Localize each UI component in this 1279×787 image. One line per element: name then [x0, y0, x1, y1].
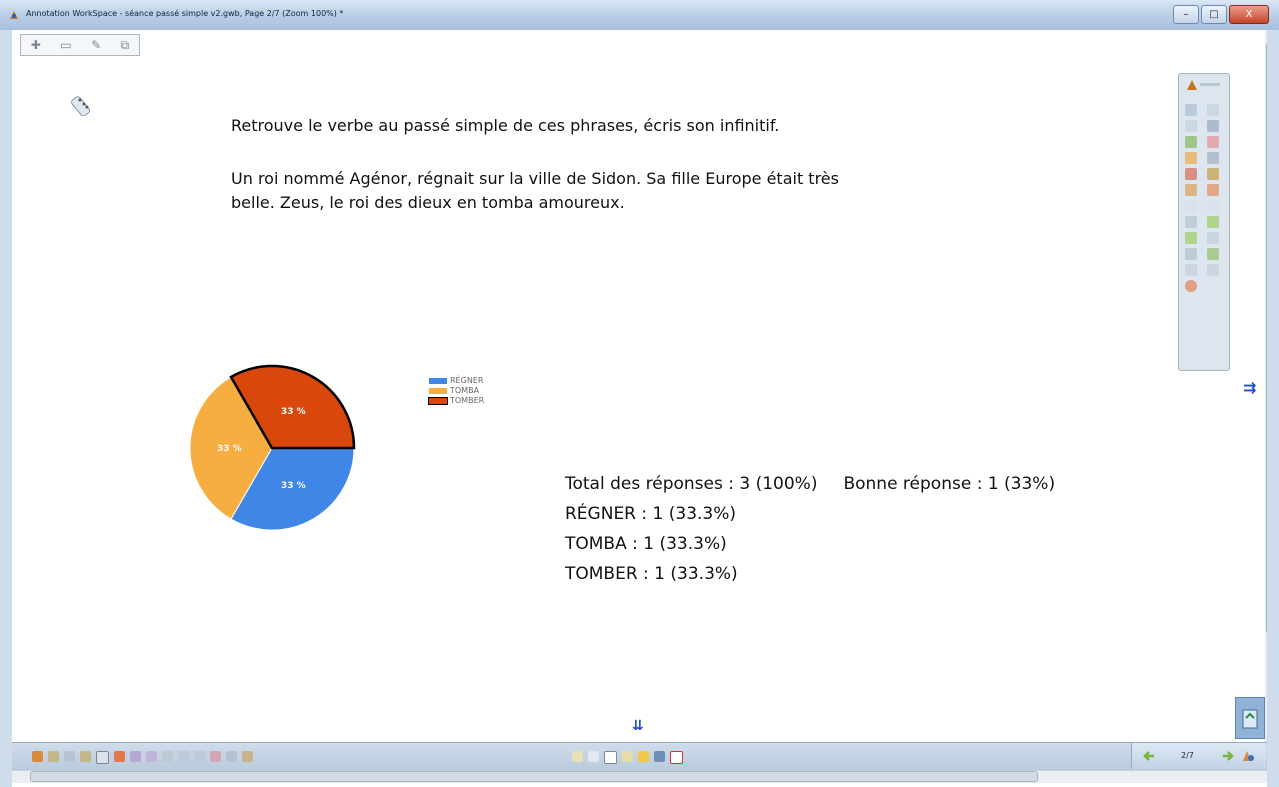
shape-tool-icon[interactable] — [1185, 152, 1197, 164]
redo-icon[interactable] — [130, 751, 141, 762]
line-tool-icon[interactable] — [1207, 152, 1219, 164]
add-page-icon[interactable]: ✚ — [31, 38, 41, 52]
link-tool-icon[interactable] — [1185, 264, 1197, 276]
film-icon[interactable] — [654, 751, 665, 762]
zoom-out-icon[interactable] — [194, 751, 205, 762]
horizontal-scroll-thumb[interactable] — [30, 771, 1038, 782]
app-logo-icon — [10, 11, 18, 19]
print-tool-icon[interactable] — [1185, 248, 1197, 260]
close-button[interactable]: X — [1229, 5, 1269, 24]
recycle-bin-button[interactable] — [1235, 697, 1265, 739]
legend-swatch — [429, 388, 447, 394]
stats-summary: Total des réponses : 3 (100%) Bonne répon… — [565, 469, 1055, 499]
legend-item: TOMBER — [428, 396, 485, 406]
open-file-icon[interactable] — [32, 751, 43, 762]
stats-tomber: TOMBER : 1 (33.3%) — [565, 564, 738, 584]
save-file-icon[interactable] — [48, 751, 59, 762]
page-prev-icon[interactable] — [572, 751, 583, 762]
legend-label: TOMBA — [450, 386, 480, 395]
remote-control-icon[interactable] — [68, 90, 98, 116]
edit-page-icon[interactable]: ✎ — [91, 38, 101, 52]
marker-tool-icon[interactable] — [1185, 136, 1197, 148]
sentence-line-1: Un roi nommé Agénor, régnait sur la vill… — [231, 169, 839, 188]
total-responses: Total des réponses : 3 (100%) — [565, 474, 818, 494]
clock-icon[interactable] — [622, 751, 633, 762]
pie-label: 33 % — [281, 481, 306, 491]
side-panel-toggle-icon[interactable]: ⇉ — [1243, 378, 1261, 400]
record-icon[interactable] — [670, 751, 683, 764]
legend-swatch — [429, 378, 447, 384]
arrow-right-icon[interactable] — [1221, 750, 1235, 762]
palette-logo-icon — [1187, 80, 1220, 90]
remove-page-icon[interactable]: ▭ — [60, 38, 71, 52]
window-controls: – □ X — [1173, 5, 1269, 24]
minimize-button[interactable]: – — [1173, 5, 1199, 24]
pointer-tool-icon[interactable] — [1185, 120, 1197, 132]
bottom-tool-group-center — [572, 751, 683, 764]
question-text: Retrouve le verbe au passé simple de ces… — [231, 116, 780, 135]
correct-responses: Bonne réponse : 1 (33%) — [843, 474, 1056, 494]
legend-label: TOMBER — [450, 396, 485, 405]
pages-panel-icon[interactable] — [1241, 749, 1255, 763]
crop-icon[interactable] — [162, 751, 173, 762]
page-indicator: 2/7 — [1181, 751, 1194, 760]
note-icon[interactable] — [638, 751, 649, 762]
select-tool-icon[interactable] — [1207, 104, 1219, 116]
zoom-in-icon[interactable] — [178, 751, 189, 762]
capture-icon[interactable] — [210, 751, 221, 762]
sentence-line-2: belle. Zeus, le roi des dieux en tomba a… — [231, 193, 625, 212]
stats-regner: RÉGNER : 1 (33.3%) — [565, 504, 737, 524]
blank-page-icon[interactable] — [96, 751, 109, 764]
answer-pie-chart: 33 % 33 % 33 % — [189, 364, 356, 531]
arrow-left-icon[interactable] — [1142, 750, 1156, 762]
sentence-text: Un roi nommé Agénor, régnait sur la vill… — [231, 167, 951, 215]
forward-tool-icon[interactable] — [1185, 232, 1197, 244]
maximize-button[interactable]: □ — [1201, 5, 1227, 24]
legend-label: RÉGNER — [450, 376, 484, 385]
white-page-icon[interactable] — [604, 751, 617, 764]
grid-icon[interactable] — [146, 751, 157, 762]
image-tool-icon[interactable] — [1185, 216, 1197, 228]
settings-icon[interactable] — [226, 751, 237, 762]
page-tool-icon[interactable] — [1185, 200, 1197, 212]
exit-tool-icon[interactable] — [1185, 280, 1197, 292]
legend-swatch — [428, 397, 448, 405]
copy-icon[interactable] — [80, 751, 91, 762]
eraser-tool-icon[interactable] — [1185, 184, 1197, 196]
chart-legend: RÉGNER TOMBA TOMBER — [428, 376, 485, 406]
recycle-icon — [1242, 709, 1258, 729]
bottom-tool-group-left — [32, 751, 253, 764]
stats-tomba: TOMBA : 1 (33.3%) — [565, 534, 727, 554]
pie-label: 33 % — [281, 407, 306, 417]
window-frame-left — [0, 30, 12, 787]
arrow-tool-icon[interactable] — [1207, 120, 1219, 132]
highlighter-tool-icon[interactable] — [1207, 136, 1219, 148]
clear-tool-icon[interactable] — [1207, 184, 1219, 196]
response-stats: Total des réponses : 3 (100%) Bonne répon… — [565, 469, 1055, 589]
legend-item: TOMBA — [429, 386, 484, 396]
page-view-icon[interactable] — [588, 751, 599, 762]
double-down-arrow-icon[interactable]: ⇊ — [632, 718, 644, 734]
copy-tool-icon[interactable] — [1207, 200, 1219, 212]
pie-label: 33 % — [217, 444, 242, 454]
cut-icon[interactable] — [64, 751, 75, 762]
floating-tool-palette[interactable] — [1178, 73, 1230, 371]
hand-icon[interactable] — [242, 751, 253, 762]
pen-tool-icon[interactable] — [1185, 104, 1197, 116]
keyboard-tool-icon[interactable] — [1207, 232, 1219, 244]
back-tool-icon[interactable] — [1207, 216, 1219, 228]
undo-icon[interactable] — [114, 751, 125, 762]
connect-tool-icon[interactable] — [1207, 264, 1219, 276]
title-bar: Annotation WorkSpace - séance passé simp… — [0, 0, 1279, 31]
duplicate-page-icon[interactable]: ⧉ — [121, 38, 130, 53]
window-title: Annotation WorkSpace - séance passé simp… — [26, 9, 344, 18]
colors-tool-icon[interactable] — [1207, 168, 1219, 180]
legend-item: RÉGNER — [429, 376, 484, 386]
page-mini-toolbar: ✚ ▭ ✎ ⧉ — [20, 34, 140, 56]
tool-grid — [1185, 104, 1223, 292]
export-tool-icon[interactable] — [1207, 248, 1219, 260]
calendar-tool-icon[interactable] — [1185, 168, 1197, 180]
window-frame-right — [1267, 30, 1279, 787]
